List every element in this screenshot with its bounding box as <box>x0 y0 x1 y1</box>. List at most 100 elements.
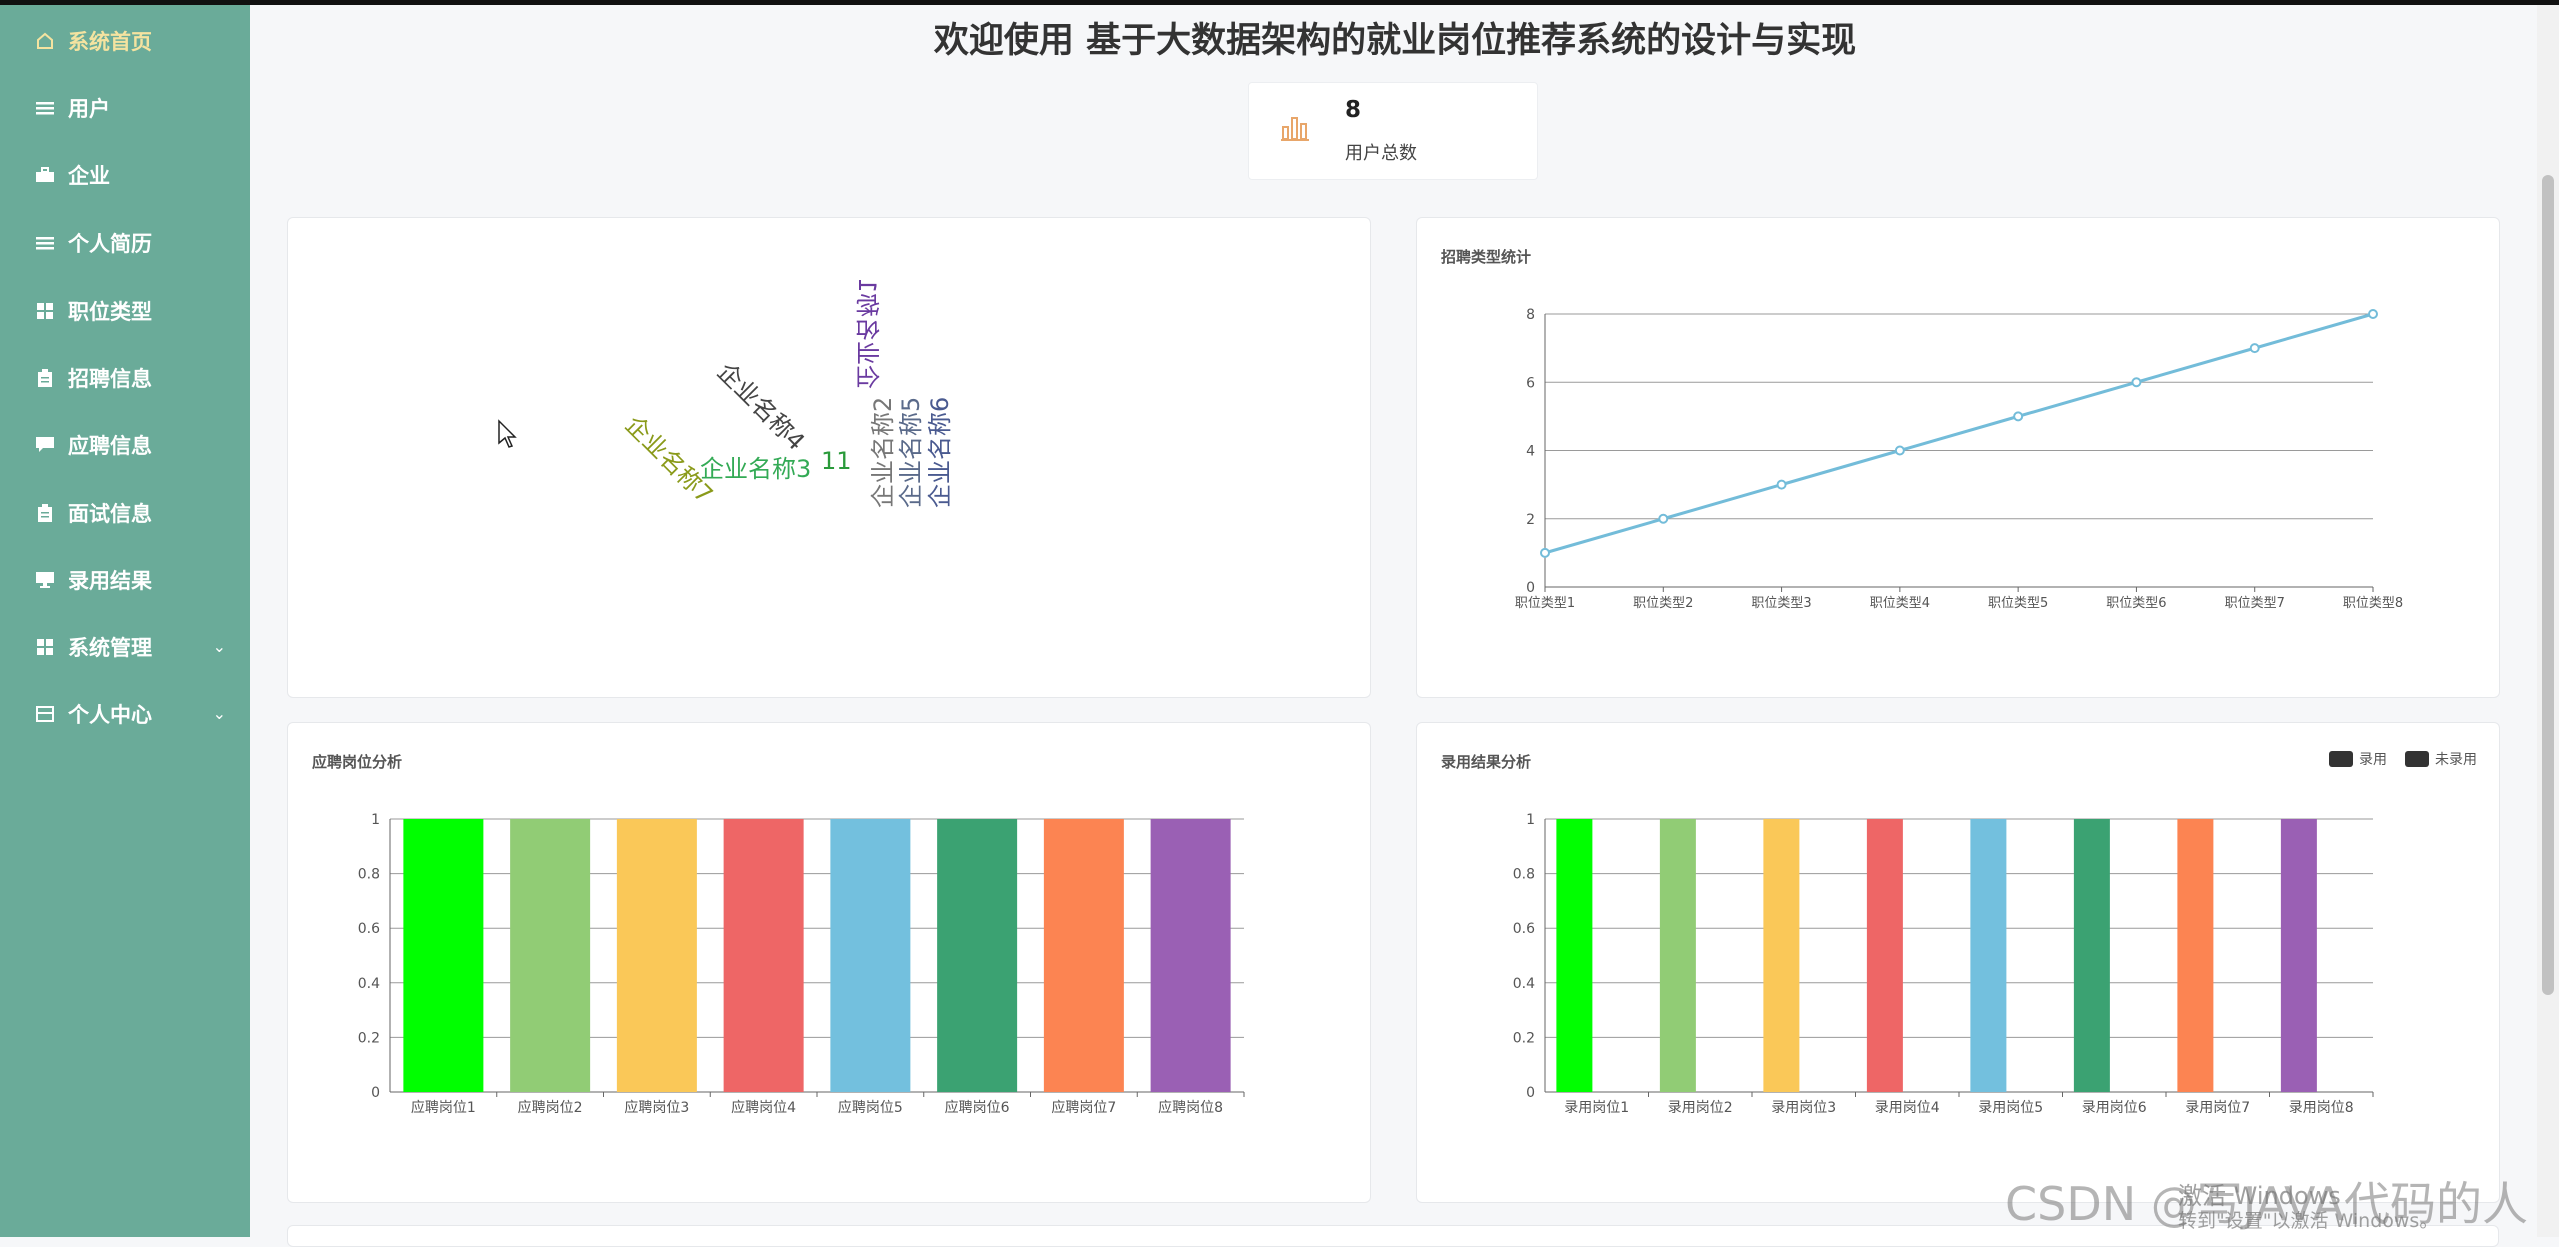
sidebar-item-label: 系统管理 <box>68 636 152 660</box>
sidebar-item-job-type[interactable]: 职位类型 <box>0 281 250 341</box>
chevron-down-icon[interactable]: ⌄ <box>213 704 226 723</box>
sidebar-item-hire-result[interactable]: 录用结果 <box>0 550 250 610</box>
wordcloud-word: 企业名称5 <box>897 397 925 508</box>
y-tick-label: 0.6 <box>358 921 380 937</box>
windows-activation-hint: 转到"设置"以激活 Windows。 <box>2178 1210 2439 1232</box>
monitor-icon <box>34 569 56 591</box>
home-icon <box>34 30 56 52</box>
x-tick-label: 录用岗位1 <box>1564 1100 1629 1116</box>
y-tick-label: 8 <box>1526 307 1535 323</box>
data-point <box>1894 445 1905 456</box>
wordcloud-word: 企业名称2 <box>869 397 897 508</box>
bar <box>1763 819 1800 1092</box>
wordcloud-word: 企业名称6 <box>926 397 954 508</box>
y-tick-label: 0.6 <box>1513 921 1535 937</box>
sidebar-item-label: 应聘信息 <box>68 434 152 458</box>
sidebar-item-company[interactable]: 企业 <box>0 145 250 205</box>
data-point <box>1540 547 1550 558</box>
bar <box>1556 819 1593 1092</box>
y-tick-label: 0 <box>371 1085 380 1101</box>
x-tick-label: 录用岗位7 <box>2185 1100 2250 1116</box>
sidebar-item-label: 面试信息 <box>68 502 152 526</box>
y-tick-label: 0.2 <box>1513 1030 1535 1046</box>
bar <box>1970 819 2007 1092</box>
line-chart: 0 2 4 6 8 职位类型1 职位类型2 职位类型3 职位类型4 职位类型5 职位类型6 职位类型7… <box>1515 307 2403 611</box>
y-tick-label: 0.2 <box>358 1030 380 1046</box>
user-count-value: 8 <box>1345 97 1362 123</box>
bar <box>2280 819 2317 1092</box>
x-tick-label: 录用岗位4 <box>1875 1100 1940 1116</box>
card-icon <box>34 703 56 725</box>
vertical-scrollbar[interactable] <box>2537 5 2559 1237</box>
message-icon <box>34 434 56 456</box>
sidebar-item-application[interactable]: 应聘信息 <box>0 415 250 475</box>
list-icon <box>34 97 56 119</box>
sidebar-item-label: 职位类型 <box>68 300 152 324</box>
bar <box>2177 819 2214 1092</box>
sidebar-item-home[interactable]: 系统首页 <box>0 11 250 71</box>
grid-icon <box>34 300 56 322</box>
chevron-down-icon[interactable]: ⌄ <box>213 637 226 656</box>
x-tick-label: 职位类型5 <box>1988 596 2048 611</box>
sidebar-item-label: 用户 <box>68 97 110 121</box>
bar-chart-panel-applications: 应聘岗位分析 0 0.2 0.4 0.6 0.8 1 应聘岗位1 应聘岗位2 应聘岗位3 应聘岗位… <box>287 722 1371 1203</box>
scrollbar-thumb[interactable] <box>2542 175 2554 995</box>
data-point <box>2368 309 2378 319</box>
wordcloud: 企业名称4 企业名称7 企业名称3 11 企业名称1 企业名称2 企业名称5 企… <box>498 278 954 509</box>
wordcloud-word: 企业名称3 <box>700 455 811 483</box>
sidebar-item-personal-center[interactable]: 个人中心 ⌄ <box>0 684 250 744</box>
series-line <box>1544 312 2374 555</box>
x-tick-label: 职位类型2 <box>1633 596 1693 611</box>
sidebar-item-label: 个人中心 <box>68 703 152 727</box>
x-tick-label: 录用岗位8 <box>2289 1100 2354 1116</box>
y-tick-label: 0.4 <box>1513 976 1535 992</box>
sidebar-item-interview[interactable]: 面试信息 <box>0 483 250 543</box>
bar <box>937 819 1018 1092</box>
user-count-label: 用户总数 <box>1345 143 1417 164</box>
wordcloud-word: 11 <box>821 447 852 475</box>
x-tick-label: 职位类型1 <box>1515 596 1575 611</box>
sidebar-item-system-management[interactable]: 系统管理 ⌄ <box>0 617 250 677</box>
x-tick-label: 录用岗位3 <box>1771 1100 1836 1116</box>
sidebar-item-label: 个人简历 <box>68 232 152 256</box>
bar <box>1150 819 1231 1092</box>
sidebar-item-label: 系统首页 <box>68 30 152 54</box>
bar-chart: 0 0.2 0.4 0.6 0.8 1 录用岗位1 录用岗位2 录用岗位3 录用岗位4 录用岗位5 录… <box>1513 812 2374 1116</box>
grid-icon <box>34 636 56 658</box>
x-tick-label: 职位类型4 <box>1870 596 1930 611</box>
x-tick-label: 应聘岗位3 <box>624 1099 689 1116</box>
wordcloud-word: 企业名称4 <box>712 357 810 455</box>
y-tick-label: 0 <box>1526 580 1535 596</box>
sidebar: 系统首页 用户 企业 个人简历 职位类型 招聘信息 应聘信息 面试信息 录用结果… <box>0 5 250 1237</box>
wordcloud-panel: 企业名称4 企业名称7 企业名称3 11 企业名称1 企业名称2 企业名称5 企… <box>287 217 1371 698</box>
x-tick-label: 职位类型3 <box>1751 596 1811 611</box>
bar <box>830 819 911 1092</box>
bar <box>1659 819 1696 1092</box>
x-tick-label: 职位类型7 <box>2225 596 2285 611</box>
bar <box>510 819 591 1092</box>
bar <box>616 819 697 1092</box>
line-chart-panel: 招聘类型统计 0 2 4 6 8 职位类型1 职位类型2 职位类型3 职位类型4 职位类型5 职位类… <box>1416 217 2500 698</box>
x-tick-label: 应聘岗位6 <box>945 1099 1010 1116</box>
sidebar-item-resume[interactable]: 个人简历 <box>0 213 250 273</box>
data-point <box>2131 377 2142 388</box>
clipboard-icon <box>34 502 56 524</box>
y-tick-label: 0.4 <box>358 976 380 992</box>
window-top-border <box>0 0 2559 5</box>
sidebar-item-label: 企业 <box>68 164 110 188</box>
sidebar-item-users[interactable]: 用户 <box>0 78 250 138</box>
user-count-card: 8 用户总数 <box>1248 82 1538 180</box>
x-tick-label: 应聘岗位8 <box>1158 1099 1223 1116</box>
y-tick-label: 1 <box>371 812 380 828</box>
x-tick-label: 录用岗位6 <box>2082 1100 2147 1116</box>
list-icon <box>34 232 56 254</box>
sidebar-item-label: 录用结果 <box>68 569 152 593</box>
sidebar-item-recruitment[interactable]: 招聘信息 <box>0 348 250 408</box>
wordcloud-word: 企业名称1 <box>853 278 881 389</box>
y-tick-label: 6 <box>1526 375 1535 391</box>
y-tick-label: 0.8 <box>358 867 380 883</box>
x-tick-label: 应聘岗位4 <box>731 1099 796 1116</box>
bar-chart: 0 0.2 0.4 0.6 0.8 1 应聘岗位1 应聘岗位2 应聘岗位3 应聘岗位4 应聘岗位5 应… <box>358 812 1245 1116</box>
bar-chart-icon <box>1281 115 1309 145</box>
data-point <box>1776 479 1787 490</box>
